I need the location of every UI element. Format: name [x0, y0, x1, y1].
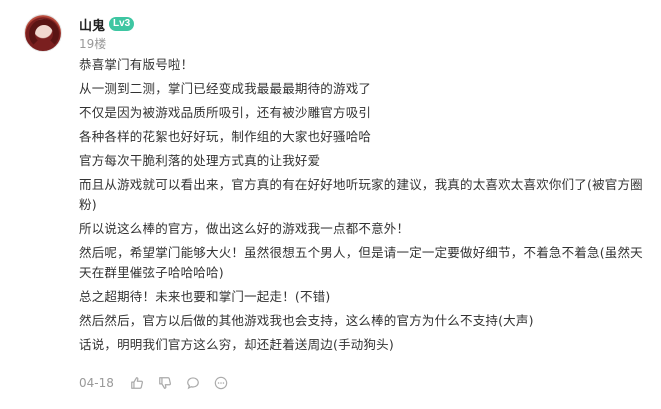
thumbs-down-icon[interactable] — [158, 376, 172, 390]
post-line: 而且从游戏就可以看出来，官方真的有在好好地听玩家的建议，我真的太喜欢太喜欢你们了… — [79, 177, 643, 212]
post-line: 从一测到二测，掌门已经变成我最最最期待的游戏了 — [79, 81, 372, 96]
level-badge: Lv3 — [109, 17, 135, 31]
comment-icon[interactable] — [186, 376, 200, 390]
post-footer: 04-18 — [79, 374, 242, 392]
comment-post: 山鬼 Lv3 19楼 恭喜掌门有版号啦！ 从一测到二测，掌门已经变成我最最最期待… — [0, 0, 661, 409]
avatar-image — [29, 19, 59, 49]
avatar[interactable] — [24, 14, 62, 52]
more-icon[interactable] — [214, 376, 228, 390]
post-date: 04-18 — [79, 376, 114, 390]
post-line: 各种各样的花絮也好好玩，制作组的大家也好骚哈哈 — [79, 129, 372, 144]
thumbs-up-icon[interactable] — [130, 376, 144, 390]
post-line: 官方每次干脆利落的处理方式真的让我好爱 — [79, 153, 321, 168]
post-line: 恭喜掌门有版号啦！ — [79, 57, 194, 72]
post-content: 恭喜掌门有版号啦！ 从一测到二测，掌门已经变成我最最最期待的游戏了 不仅是因为被… — [79, 55, 649, 359]
post-line: 总之超期待！未来也要和掌门一起走！(不错) — [79, 289, 331, 304]
post-line: 话说，明明我们官方这么穷，却还赶着送周边(手动狗头) — [79, 337, 394, 352]
post-line: 然后呢，希望掌门能够大火！虽然很想五个男人，但是请一定一定要做好细节，不着急不着… — [79, 245, 643, 280]
post-line: 然后然后，官方以后做的其他游戏我也会支持，这么棒的官方为什么不支持(大声) — [79, 313, 534, 328]
username[interactable]: 山鬼 — [79, 15, 105, 34]
floor-number: 19楼 — [79, 37, 107, 51]
post-line: 所以说这么棒的官方，做出这么好的游戏我一点都不意外！ — [79, 221, 410, 236]
post-line: 不仅是因为被游戏品质所吸引，还有被沙雕官方吸引 — [79, 105, 372, 120]
user-line: 山鬼 Lv3 — [79, 15, 135, 34]
